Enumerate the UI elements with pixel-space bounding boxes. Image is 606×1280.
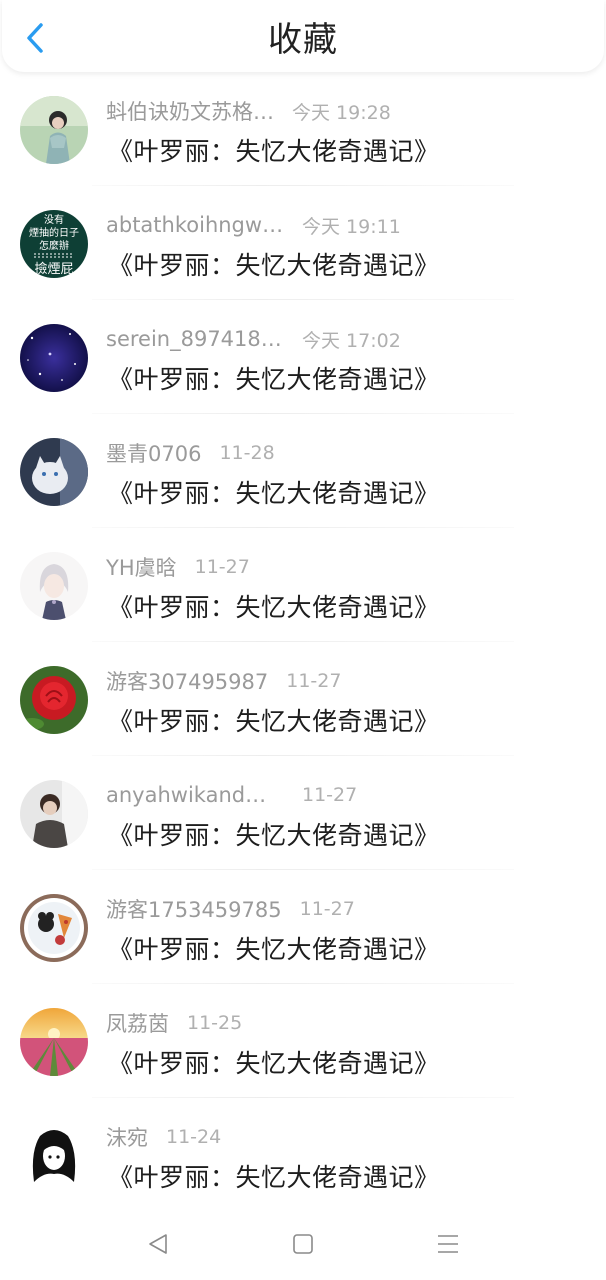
book-title: 《叶罗丽：失忆大佬奇遇记》 xyxy=(108,251,440,280)
timestamp: 今天 19:11 xyxy=(302,215,401,238)
avatar[interactable]: 没有 煙抽的日子 怎麼辦 撿煙屁 xyxy=(20,210,88,278)
page-title: 收藏 xyxy=(268,19,338,60)
list-item[interactable]: anyahwikandma… 11-27 《叶罗丽：失忆大佬奇遇记》 xyxy=(0,756,606,870)
avatar[interactable] xyxy=(20,438,88,506)
book-title: 《叶罗丽：失忆大佬奇遇记》 xyxy=(108,137,440,166)
list-item[interactable]: 游客1753459785 11-27 《叶罗丽：失忆大佬奇遇记》 xyxy=(0,870,606,984)
book-title: 《叶罗丽：失忆大佬奇遇记》 xyxy=(108,1163,440,1192)
book-title: 《叶罗丽：失忆大佬奇遇记》 xyxy=(108,821,440,850)
username: abtathkoihngwa… xyxy=(106,213,284,237)
triangle-back-icon xyxy=(149,1234,167,1254)
favorites-list: 蚪伯诀奶文苏格… 今天 19:28 《叶罗丽：失忆大佬奇遇记》 没有 煙抽的日子… xyxy=(0,72,606,1212)
timestamp: 11-27 xyxy=(286,670,342,692)
nav-home-button[interactable] xyxy=(283,1228,323,1260)
username: YH虞晗 xyxy=(106,556,177,580)
list-item[interactable]: 蚪伯诀奶文苏格… 今天 19:28 《叶罗丽：失忆大佬奇遇记》 xyxy=(0,72,606,186)
header-bar: 收藏 xyxy=(2,0,604,72)
avatar-text: 怎麼辦 xyxy=(39,239,69,252)
list-item[interactable]: 沫宛 11-24 《叶罗丽：失忆大佬奇遇记》 xyxy=(0,1098,606,1212)
timestamp: 11-24 xyxy=(166,1126,222,1148)
nav-menu-button[interactable] xyxy=(428,1228,468,1260)
avatar[interactable] xyxy=(20,1008,88,1076)
menu-lines-icon xyxy=(438,1235,458,1253)
book-title: 《叶罗丽：失忆大佬奇遇记》 xyxy=(108,707,440,736)
username: 沫宛 xyxy=(106,1126,148,1150)
username: 凤荔茵 xyxy=(106,1012,169,1036)
avatar-text: 煙抽的日子 xyxy=(29,226,79,239)
nav-back-button[interactable] xyxy=(138,1228,178,1260)
book-title: 《叶罗丽：失忆大佬奇遇记》 xyxy=(108,1049,440,1078)
avatar[interactable] xyxy=(20,1122,88,1190)
book-title: 《叶罗丽：失忆大佬奇遇记》 xyxy=(108,593,440,622)
username: 墨青0706 xyxy=(106,442,202,466)
back-button[interactable] xyxy=(20,20,50,56)
list-item[interactable]: 墨青0706 11-28 《叶罗丽：失忆大佬奇遇记》 xyxy=(0,414,606,528)
avatar[interactable] xyxy=(20,894,88,962)
list-item[interactable]: 游客307495987 11-27 《叶罗丽：失忆大佬奇遇记》 xyxy=(0,642,606,756)
book-title: 《叶罗丽：失忆大佬奇遇记》 xyxy=(108,365,440,394)
book-title: 《叶罗丽：失忆大佬奇遇记》 xyxy=(108,935,440,964)
avatar[interactable] xyxy=(20,552,88,620)
timestamp: 11-27 xyxy=(194,556,250,578)
avatar-text: 没有 xyxy=(44,213,64,226)
list-item[interactable]: 没有 煙抽的日子 怎麼辦 撿煙屁 abtathkoihngwa… 今天 19:1… xyxy=(0,186,606,300)
username: serein_8974181… xyxy=(106,327,284,351)
avatar[interactable] xyxy=(20,666,88,734)
timestamp: 今天 17:02 xyxy=(302,329,401,352)
timestamp: 11-25 xyxy=(187,1012,243,1034)
avatar[interactable] xyxy=(20,324,88,392)
chevron-left-icon xyxy=(27,23,43,53)
avatar[interactable] xyxy=(20,96,88,164)
timestamp: 今天 19:28 xyxy=(292,101,391,124)
timestamp: 11-28 xyxy=(219,442,275,464)
avatar-text: 撿煙屁 xyxy=(34,261,73,277)
system-navbar xyxy=(0,1214,606,1280)
username: 游客1753459785 xyxy=(106,898,282,922)
username: anyahwikandma… xyxy=(106,783,284,807)
book-title: 《叶罗丽：失忆大佬奇遇记》 xyxy=(108,479,440,508)
avatar[interactable] xyxy=(20,780,88,848)
timestamp: 11-27 xyxy=(302,784,358,806)
square-home-icon xyxy=(293,1234,313,1254)
username: 游客307495987 xyxy=(106,670,269,694)
timestamp: 11-27 xyxy=(299,898,355,920)
list-item[interactable]: YH虞晗 11-27 《叶罗丽：失忆大佬奇遇记》 xyxy=(0,528,606,642)
list-item[interactable]: serein_8974181… 今天 17:02 《叶罗丽：失忆大佬奇遇记》 xyxy=(0,300,606,414)
list-item[interactable]: 凤荔茵 11-25 《叶罗丽：失忆大佬奇遇记》 xyxy=(0,984,606,1098)
username: 蚪伯诀奶文苏格… xyxy=(106,100,274,124)
